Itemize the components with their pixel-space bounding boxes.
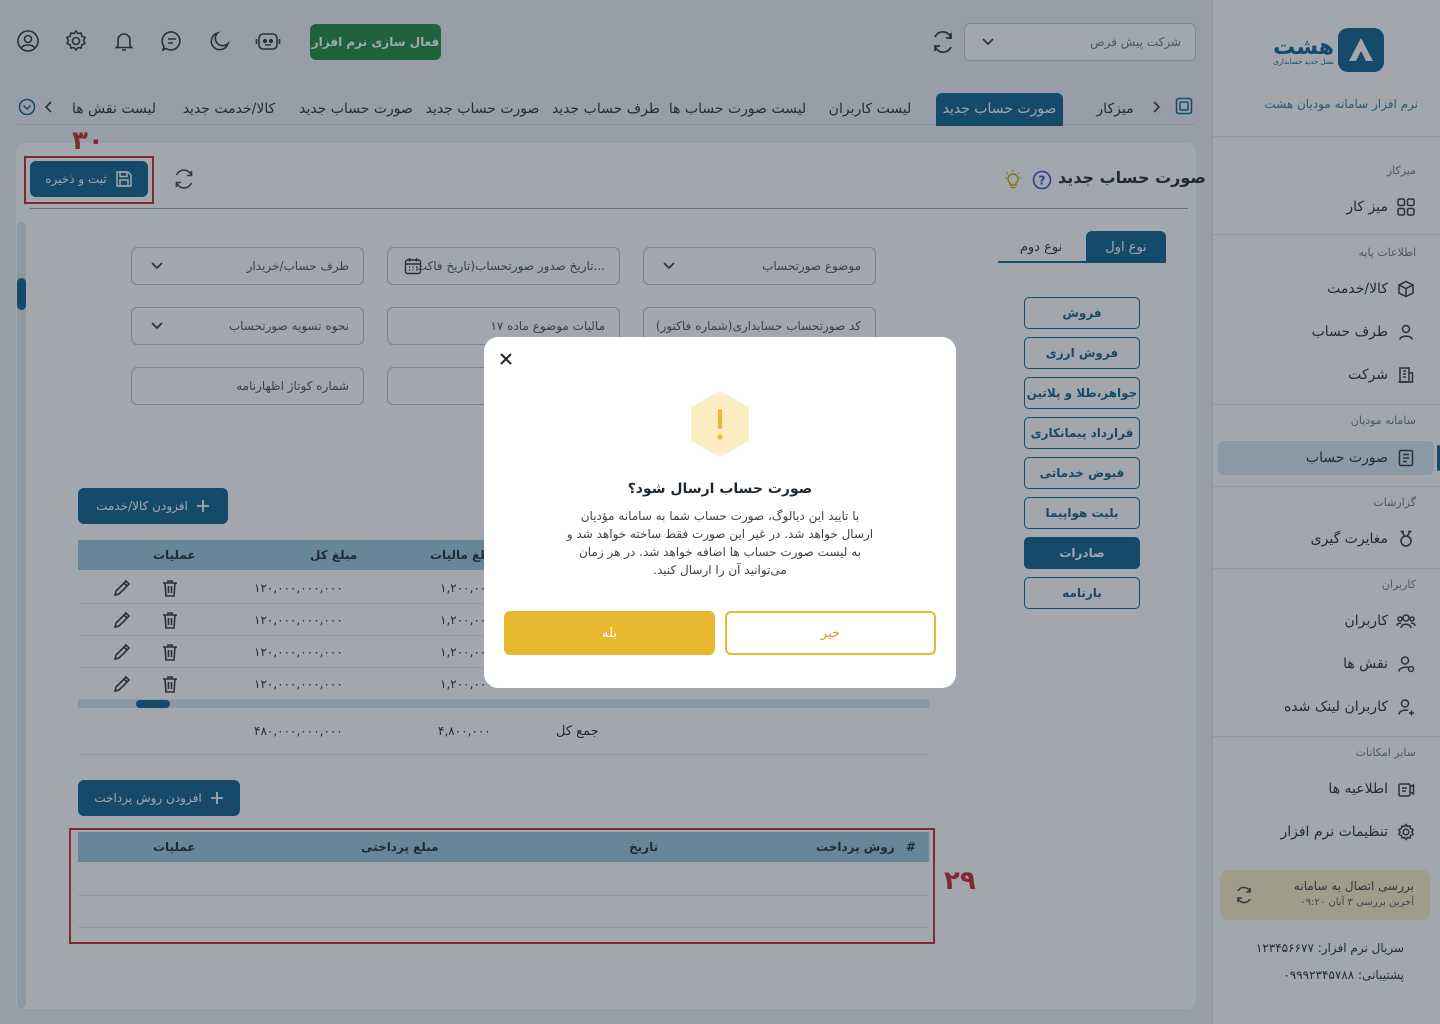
confirm-yes-button[interactable]: بله bbox=[504, 611, 715, 655]
dialog-message: با تایید این دیالوگ، صورت حساب شما به سا… bbox=[566, 509, 874, 577]
confirm-dialog: صورت حساب ارسال شود؟ با تایید این دیالوگ… bbox=[484, 337, 956, 688]
close-icon[interactable] bbox=[498, 351, 514, 367]
warning-icon bbox=[688, 389, 752, 459]
confirm-no-button[interactable]: خیر bbox=[725, 611, 936, 655]
dialog-title: صورت حساب ارسال شود؟ bbox=[627, 481, 813, 497]
